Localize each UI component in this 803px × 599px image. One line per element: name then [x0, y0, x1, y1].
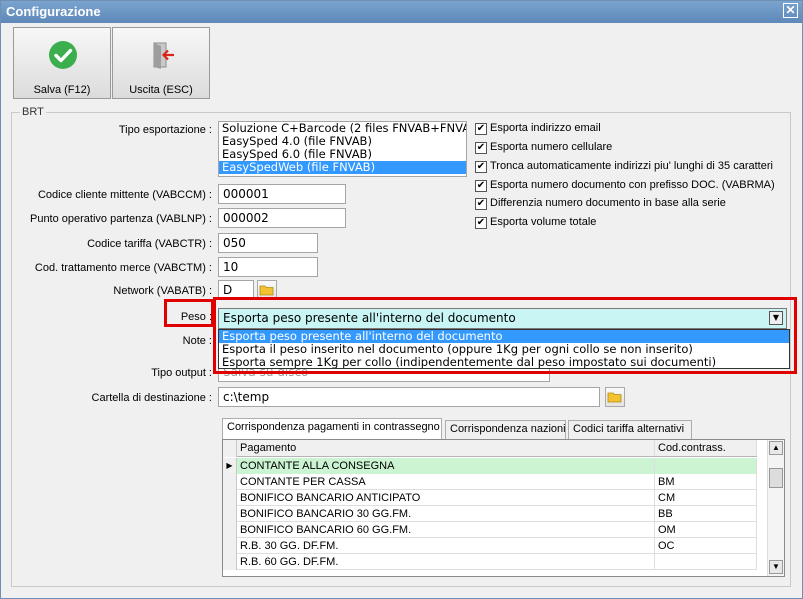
table-row[interactable]: BONIFICO BANCARIO ANTICIPATO CM [223, 490, 757, 506]
table-row[interactable]: R.B. 60 GG. DF.FM. [223, 554, 757, 570]
row-indicator [223, 474, 237, 490]
tab-label: Corrispondenza nazioni [450, 423, 566, 435]
cod-trattamento-field[interactable]: 10 [218, 257, 318, 277]
punto-operativo-label: Punto operativo partenza (VABLNP) : [29, 213, 212, 225]
checkbox-label: Differenzia numero documento in base all… [490, 197, 726, 209]
save-button[interactable]: Salva (F12) [13, 27, 111, 99]
scroll-down-icon[interactable]: ▼ [769, 560, 783, 574]
exit-button[interactable]: Uscita (ESC) [112, 27, 210, 99]
row-indicator [223, 538, 237, 554]
current-row-arrow-icon: ▶ [223, 458, 237, 474]
exit-door-icon [153, 42, 174, 69]
close-icon[interactable]: ✕ [783, 3, 798, 18]
cod-trattamento-label: Cod. trattamento merce (VABCTM) : [34, 262, 212, 274]
row-indicator [223, 506, 237, 522]
column-header-cod-contrass[interactable]: Cod.contrass. [655, 440, 757, 456]
codice-cliente-field[interactable]: 000001 [218, 184, 346, 204]
cartella-label: Cartella di destinazione : [91, 392, 212, 404]
checkbox-label: Esporta volume totale [490, 216, 597, 228]
punto-operativo-field[interactable]: 000002 [218, 208, 346, 228]
tipo-esportazione-label: Tipo esportazione : [118, 124, 212, 136]
tab-codici-tariffa[interactable]: Codici tariffa alternativi [568, 420, 692, 439]
tab-nazioni[interactable]: Corrispondenza nazioni [445, 420, 566, 439]
tab-label: Codici tariffa alternativi [573, 423, 685, 435]
network-label: Network (VABATB) : [113, 285, 212, 297]
table-cell[interactable]: R.B. 60 GG. DF.FM. [237, 554, 655, 570]
checkbox-check-icon[interactable]: ✔ [475, 123, 487, 135]
scroll-up-icon[interactable]: ▲ [769, 441, 783, 455]
grid-scrollbar[interactable]: ▲ ▼ [767, 440, 784, 576]
table-cell[interactable]: CONTANTE PER CASSA [237, 474, 655, 490]
checkbox-label: Tronca automaticamente indirizzi piu' lu… [490, 160, 773, 172]
checkbox-label: Esporta indirizzo email [490, 122, 601, 134]
folder-icon [607, 392, 622, 403]
table-row[interactable]: CONTANTE PER CASSA BM [223, 474, 757, 490]
codice-tariffa-label: Codice tariffa (VABCTR) : [87, 238, 212, 250]
tab-label: Corrispondenza pagamenti in contrassegno [227, 421, 440, 433]
save-button-label: Salva (F12) [33, 84, 91, 96]
window-title: Configurazione [6, 4, 101, 19]
checkbox-check-icon[interactable]: ✔ [475, 198, 487, 210]
peso-select-value: Esporta peso presente all'interno del do… [223, 311, 516, 325]
pagamenti-grid[interactable]: Pagamento Cod.contrass. ▶ CONTANTE ALLA … [222, 439, 785, 577]
list-item-selected[interactable]: EasySpedWeb (file FNVAB) [219, 161, 466, 174]
table-row[interactable]: BONIFICO BANCARIO 60 GG.FM. OM [223, 522, 757, 538]
checkbox-check-icon[interactable]: ✔ [475, 142, 487, 154]
table-cell[interactable]: CONTANTE ALLA CONSEGNA [237, 458, 655, 474]
header-indicator [223, 440, 237, 457]
cartella-field[interactable]: c:\temp [218, 387, 600, 407]
table-cell[interactable]: BM [655, 474, 757, 490]
checkbox-check-icon[interactable]: ✔ [475, 161, 487, 173]
peso-select[interactable]: Esporta peso presente all'interno del do… [218, 308, 787, 329]
dropdown-option[interactable]: Esporta sempre 1Kg per collo (indipenden… [219, 356, 789, 369]
table-cell[interactable]: BONIFICO BANCARIO ANTICIPATO [237, 490, 655, 506]
cartella-browse-button[interactable] [605, 387, 625, 407]
codice-tariffa-field[interactable]: 050 [218, 233, 318, 253]
configuration-window: Configurazione ✕ Salva (F12) Uscita (ESC… [0, 0, 803, 599]
exit-button-label: Uscita (ESC) [129, 84, 193, 96]
checkbox-check-icon[interactable]: ✔ [475, 217, 487, 229]
peso-dropdown-list[interactable]: Esporta peso presente all'interno del do… [218, 329, 790, 369]
checkbox-label: Esporta numero cellulare [490, 141, 613, 153]
title-bar: Configurazione ✕ [1, 1, 802, 23]
codice-cliente-label: Codice cliente mittente (VABCCM) : [37, 189, 212, 201]
grid-header: Pagamento Cod.contrass. [223, 440, 757, 457]
table-cell[interactable]: BB [655, 506, 757, 522]
checkbox-check-icon[interactable]: ✔ [475, 180, 487, 192]
table-row[interactable]: BONIFICO BANCARIO 30 GG.FM. BB [223, 506, 757, 522]
chevron-down-icon[interactable]: ▼ [769, 311, 783, 325]
table-cell[interactable] [655, 458, 757, 474]
table-cell[interactable]: OM [655, 522, 757, 538]
row-indicator [223, 554, 237, 570]
scroll-thumb[interactable] [769, 468, 783, 488]
table-cell[interactable]: BONIFICO BANCARIO 60 GG.FM. [237, 522, 655, 538]
table-cell[interactable]: BONIFICO BANCARIO 30 GG.FM. [237, 506, 655, 522]
checkbox-label: Esporta numero documento con prefisso DO… [490, 179, 775, 191]
table-cell[interactable]: R.B. 30 GG. DF.FM. [237, 538, 655, 554]
table-cell[interactable] [655, 554, 757, 570]
table-row[interactable]: ▶ CONTANTE ALLA CONSEGNA [223, 458, 757, 474]
column-header-pagamento[interactable]: Pagamento [237, 440, 655, 456]
peso-label: Peso : [180, 311, 212, 323]
check-circle-icon [49, 41, 77, 69]
group-label: BRT [20, 106, 46, 118]
table-row[interactable]: R.B. 30 GG. DF.FM. OC [223, 538, 757, 554]
tipo-esportazione-list[interactable]: Soluzione C+Barcode (2 files FNVAB+FNVA … [218, 121, 467, 177]
row-indicator [223, 522, 237, 538]
row-indicator [223, 490, 237, 506]
note-label: Note : [182, 335, 212, 347]
tab-pagamenti-contrassegno[interactable]: Corrispondenza pagamenti in contrassegno [222, 418, 442, 439]
table-cell[interactable]: CM [655, 490, 757, 506]
table-cell[interactable]: OC [655, 538, 757, 554]
tipo-output-label: Tipo output : [151, 367, 212, 379]
